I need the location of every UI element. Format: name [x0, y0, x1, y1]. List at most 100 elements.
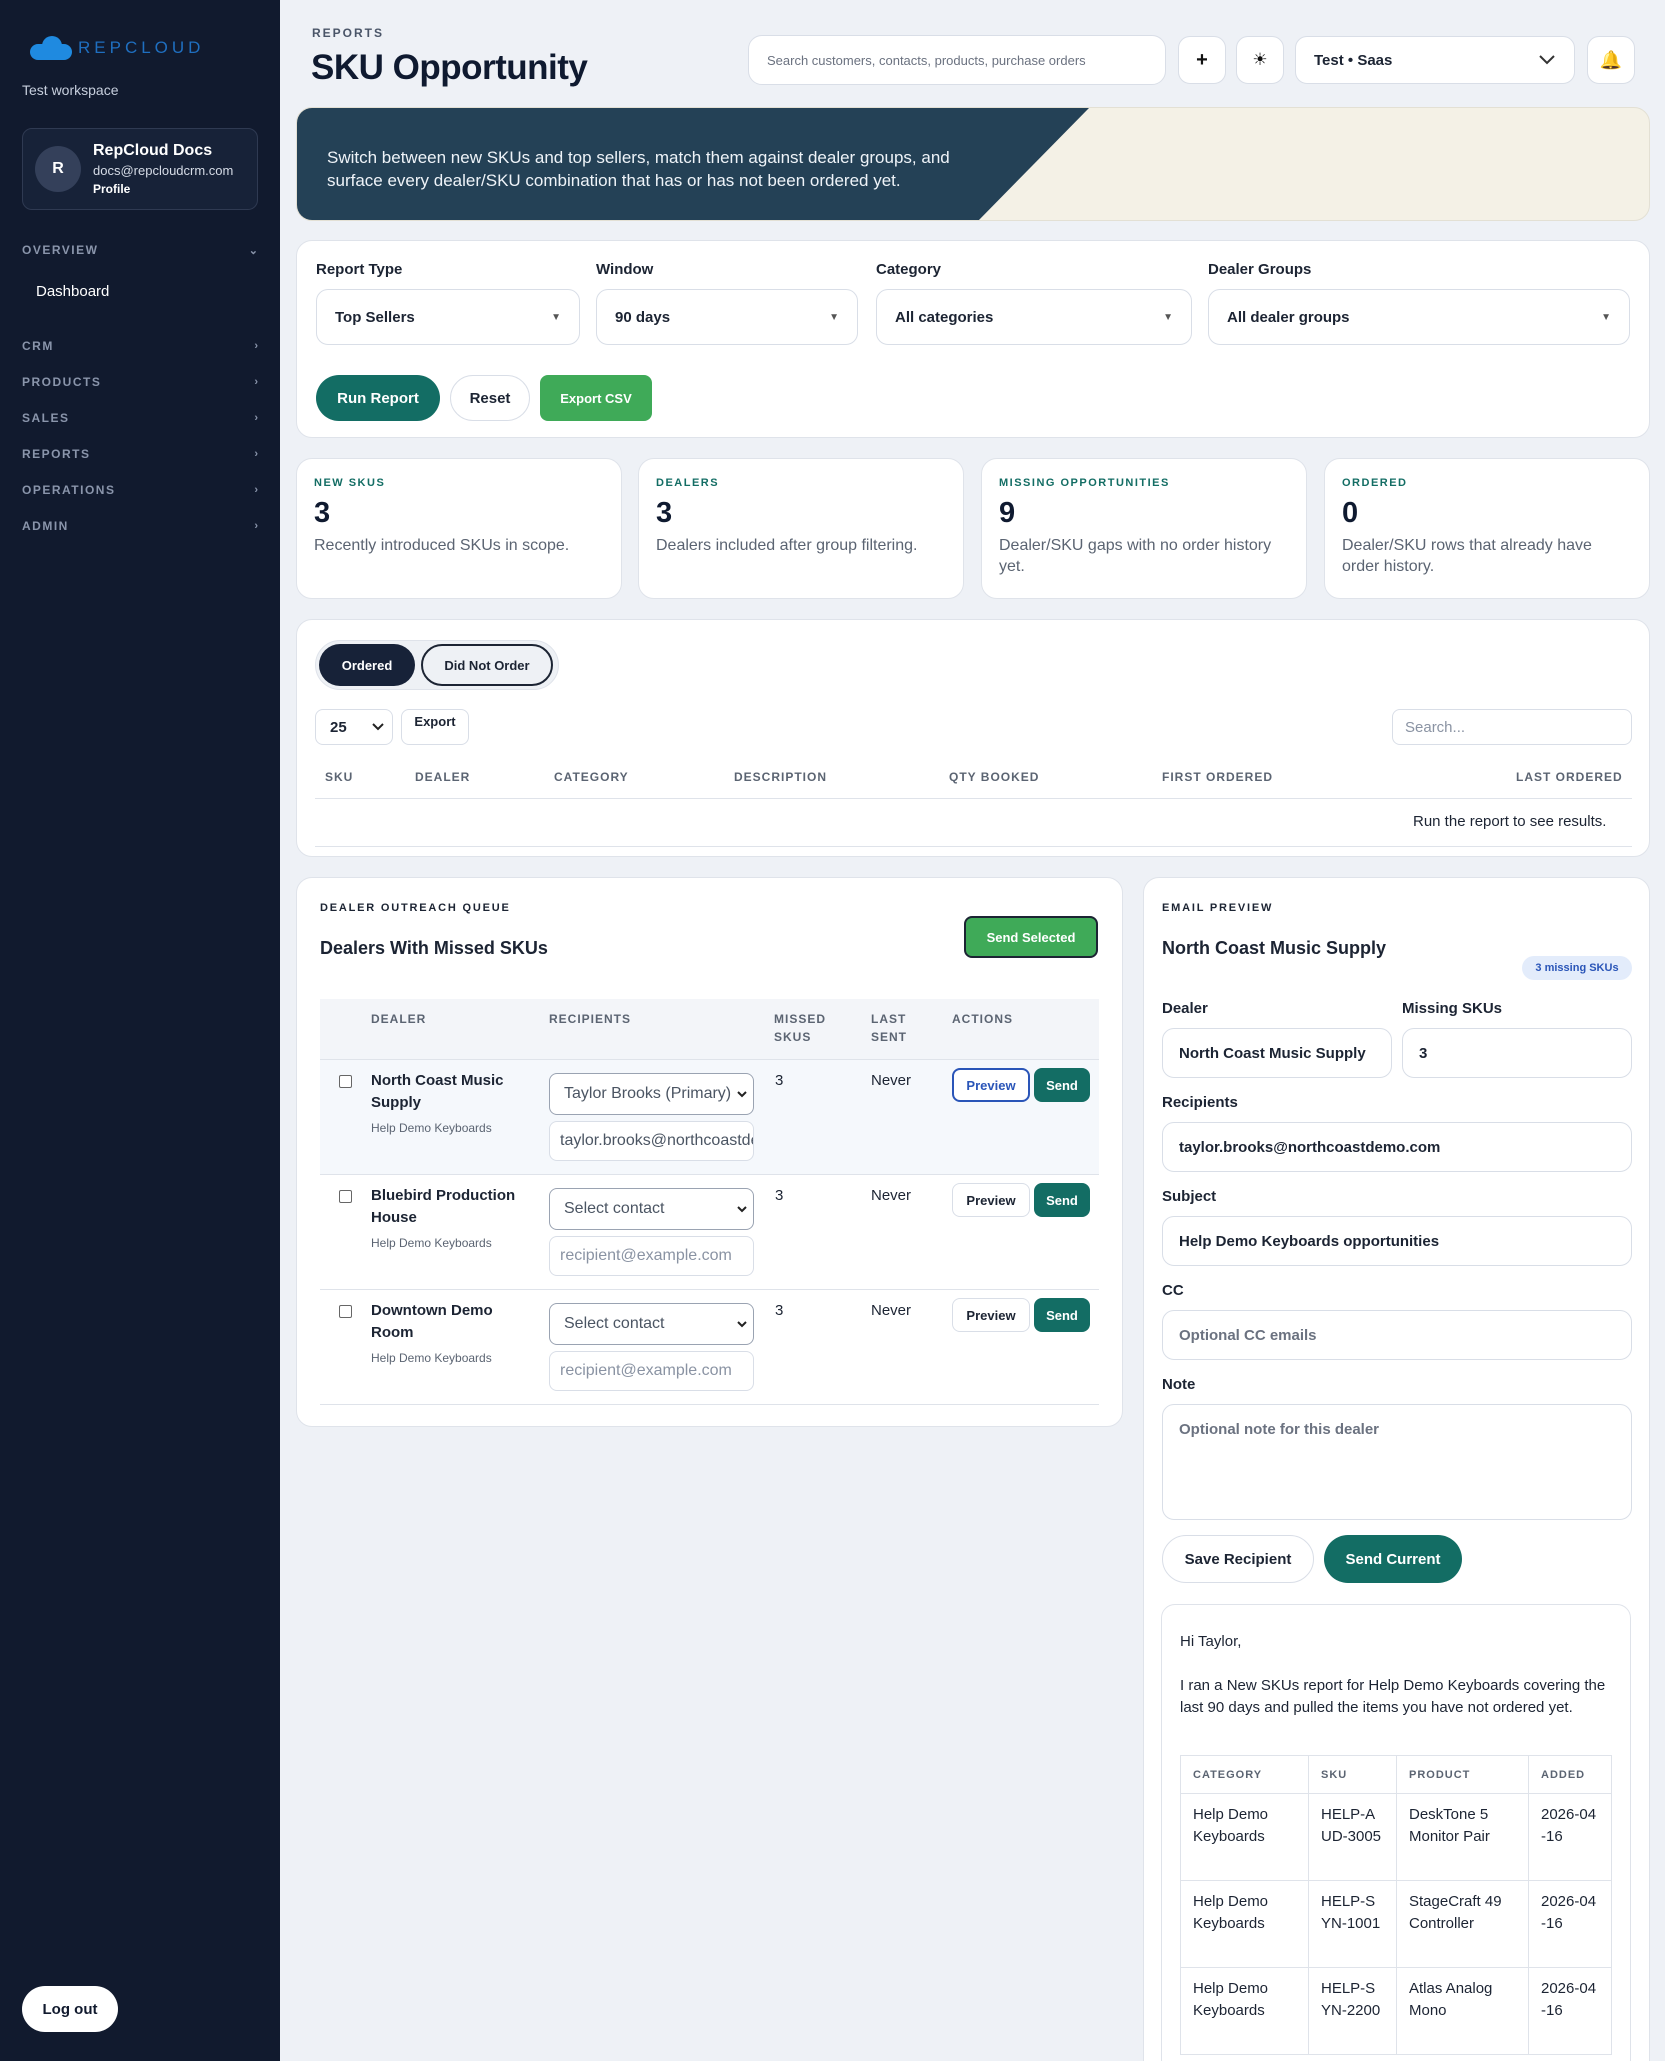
column-header: ADDED: [1528, 1755, 1612, 1794]
chevron-down-icon: [372, 723, 384, 731]
missing-skus-badge: 3 missing SKUs: [1522, 956, 1632, 980]
add-button[interactable]: +: [1178, 36, 1226, 84]
nav-section-sales[interactable]: SALES ›: [22, 400, 258, 436]
dealer-groups-label: Dealer Groups: [1208, 261, 1312, 278]
recipients-field[interactable]: taylor.brooks@northcoastdemo.com: [1162, 1122, 1632, 1172]
stat-card-dealers: DEALERS 3 Dealers included after group f…: [638, 458, 964, 599]
notifications-button[interactable]: 🔔: [1587, 36, 1635, 84]
divider: [320, 1404, 1099, 1405]
filters-card: Report Type Top Sellers ▼ Window 90 days ▼…: [296, 240, 1650, 438]
nav-section-overview[interactable]: OVERVIEW ⌄: [22, 232, 258, 268]
chevron-right-icon: ›: [254, 376, 258, 388]
window-value: 90 days: [615, 308, 671, 326]
stat-value: 0: [1342, 497, 1359, 529]
outreach-queue-card: DEALER OUTREACH QUEUE Dealers With Misse…: [296, 877, 1123, 1427]
dealer-field[interactable]: North Coast Music Supply: [1162, 1028, 1392, 1078]
page-size-select[interactable]: 25: [315, 709, 393, 745]
category-label: Category: [876, 261, 942, 278]
reset-button[interactable]: Reset: [450, 375, 530, 421]
table-cell: HELP-AUD-3005: [1308, 1793, 1397, 1881]
recipient-email-input[interactable]: taylor.brooks@northcoastdemo.com: [549, 1121, 754, 1161]
contact-select[interactable]: Select contact: [549, 1303, 754, 1345]
table-row: Help Demo Keyboards HELP-SYN-2200 Atlas …: [1180, 1967, 1612, 2055]
preview-button[interactable]: Preview: [952, 1183, 1030, 1217]
send-current-button[interactable]: Send Current: [1324, 1535, 1462, 1583]
column-header: SKU: [1308, 1755, 1397, 1794]
stat-card-new-skus: NEW SKUS 3 Recently introduced SKUs in s…: [296, 458, 622, 599]
chevron-right-icon: ›: [254, 412, 258, 424]
cc-field[interactable]: Optional CC emails: [1162, 1310, 1632, 1360]
dealer-group: Help Demo Keyboards: [371, 1236, 492, 1250]
tenant-selector[interactable]: Test • Saas: [1295, 36, 1575, 84]
nav-section-operations[interactable]: OPERATIONS ›: [22, 472, 258, 508]
page-size-value: 25: [330, 718, 347, 736]
column-header: PRODUCT: [1396, 1755, 1529, 1794]
send-button[interactable]: Send: [1034, 1183, 1090, 1217]
recipient-email-input[interactable]: recipient@example.com: [549, 1236, 754, 1276]
sidebar-item-dashboard[interactable]: Dashboard: [22, 268, 258, 316]
note-textarea[interactable]: Optional note for this dealer: [1162, 1404, 1632, 1520]
window-select[interactable]: 90 days ▼: [596, 289, 858, 345]
nav-section-products[interactable]: PRODUCTS ›: [22, 364, 258, 400]
column-header: QTY BOOKED: [949, 770, 1040, 784]
export-button[interactable]: Export: [401, 709, 469, 745]
table-cell: 2026-04-16: [1528, 1793, 1612, 1881]
row-checkbox[interactable]: [339, 1190, 352, 1203]
nav-section-admin[interactable]: ADMIN ›: [22, 508, 258, 544]
send-button[interactable]: Send: [1034, 1298, 1090, 1332]
global-search-input[interactable]: Search customers, contacts, products, pu…: [748, 35, 1166, 85]
category-select[interactable]: All categories ▼: [876, 289, 1192, 345]
nav-section-label: OVERVIEW: [22, 243, 99, 257]
row-checkbox[interactable]: [339, 1305, 352, 1318]
caret-down-icon: ▼: [1163, 311, 1173, 323]
preview-button[interactable]: Preview: [952, 1298, 1030, 1332]
send-selected-button[interactable]: Send Selected: [964, 916, 1098, 958]
logout-button[interactable]: Log out: [22, 1986, 118, 2032]
column-header: LAST ORDERED: [1516, 770, 1623, 784]
contact-select[interactable]: Taylor Brooks (Primary): [549, 1073, 754, 1115]
export-csv-button[interactable]: Export CSV: [540, 375, 652, 421]
theme-toggle-button[interactable]: ☀: [1236, 36, 1284, 84]
recipient-email-input[interactable]: recipient@example.com: [549, 1351, 754, 1391]
table-cell: Atlas Analog Mono: [1396, 1967, 1529, 2055]
subject-field[interactable]: Help Demo Keyboards opportunities: [1162, 1216, 1632, 1266]
nav-section-reports[interactable]: REPORTS ›: [22, 436, 258, 472]
chevron-down-icon: [1539, 55, 1555, 65]
table-cell: Help Demo Keyboards: [1180, 1793, 1309, 1881]
preview-button[interactable]: Preview: [952, 1068, 1030, 1102]
queue-eyebrow: DEALER OUTREACH QUEUE: [320, 902, 511, 914]
tab-ordered[interactable]: Ordered: [319, 644, 415, 686]
missing-skus-table: CATEGORY SKU PRODUCT ADDED Help Demo Key…: [1180, 1755, 1612, 2055]
tab-did-not-order[interactable]: Did Not Order: [421, 644, 553, 686]
chevron-right-icon: ›: [254, 340, 258, 352]
dealer-groups-select[interactable]: All dealer groups ▼: [1208, 289, 1630, 345]
column-header: RECIPIENTS: [549, 1012, 632, 1026]
queue-table-header: [320, 999, 1099, 1059]
nav-section-label: PRODUCTS: [22, 375, 102, 389]
contact-select[interactable]: Select contact: [549, 1188, 754, 1230]
send-button[interactable]: Send: [1034, 1068, 1090, 1102]
save-recipient-button[interactable]: Save Recipient: [1162, 1535, 1314, 1583]
profile-card[interactable]: R RepCloud Docs docs@repcloudcrm.com Pro…: [22, 128, 258, 210]
report-type-label: Report Type: [316, 261, 403, 278]
logo[interactable]: REPCLOUD: [30, 36, 204, 60]
stat-value: 9: [999, 497, 1016, 529]
missed-count: 3: [775, 1302, 784, 1319]
missing-skus-field[interactable]: 3: [1402, 1028, 1632, 1078]
email-body-preview: Hi Taylor, I ran a New SKUs report for H…: [1161, 1604, 1631, 2061]
workspace-name: Test workspace: [22, 82, 119, 98]
profile-link[interactable]: Profile: [93, 182, 233, 196]
sidebar: REPCLOUD Test workspace R RepCloud Docs …: [0, 0, 280, 2061]
report-type-select[interactable]: Top Sellers ▼: [316, 289, 580, 345]
row-checkbox[interactable]: [339, 1075, 352, 1088]
results-search-input[interactable]: Search...: [1392, 709, 1632, 745]
run-report-button[interactable]: Run Report: [316, 375, 440, 421]
note-label: Note: [1162, 1376, 1196, 1393]
plus-icon: +: [1196, 48, 1208, 71]
stat-card-missing: MISSING OPPORTUNITIES 9 Dealer/SKU gaps …: [981, 458, 1307, 599]
tenant-name: Test • Saas: [1314, 51, 1393, 69]
bell-icon: 🔔: [1599, 49, 1623, 70]
nav-section-crm[interactable]: CRM ›: [22, 328, 258, 364]
divider: [315, 846, 1632, 847]
chevron-right-icon: ›: [254, 520, 258, 532]
